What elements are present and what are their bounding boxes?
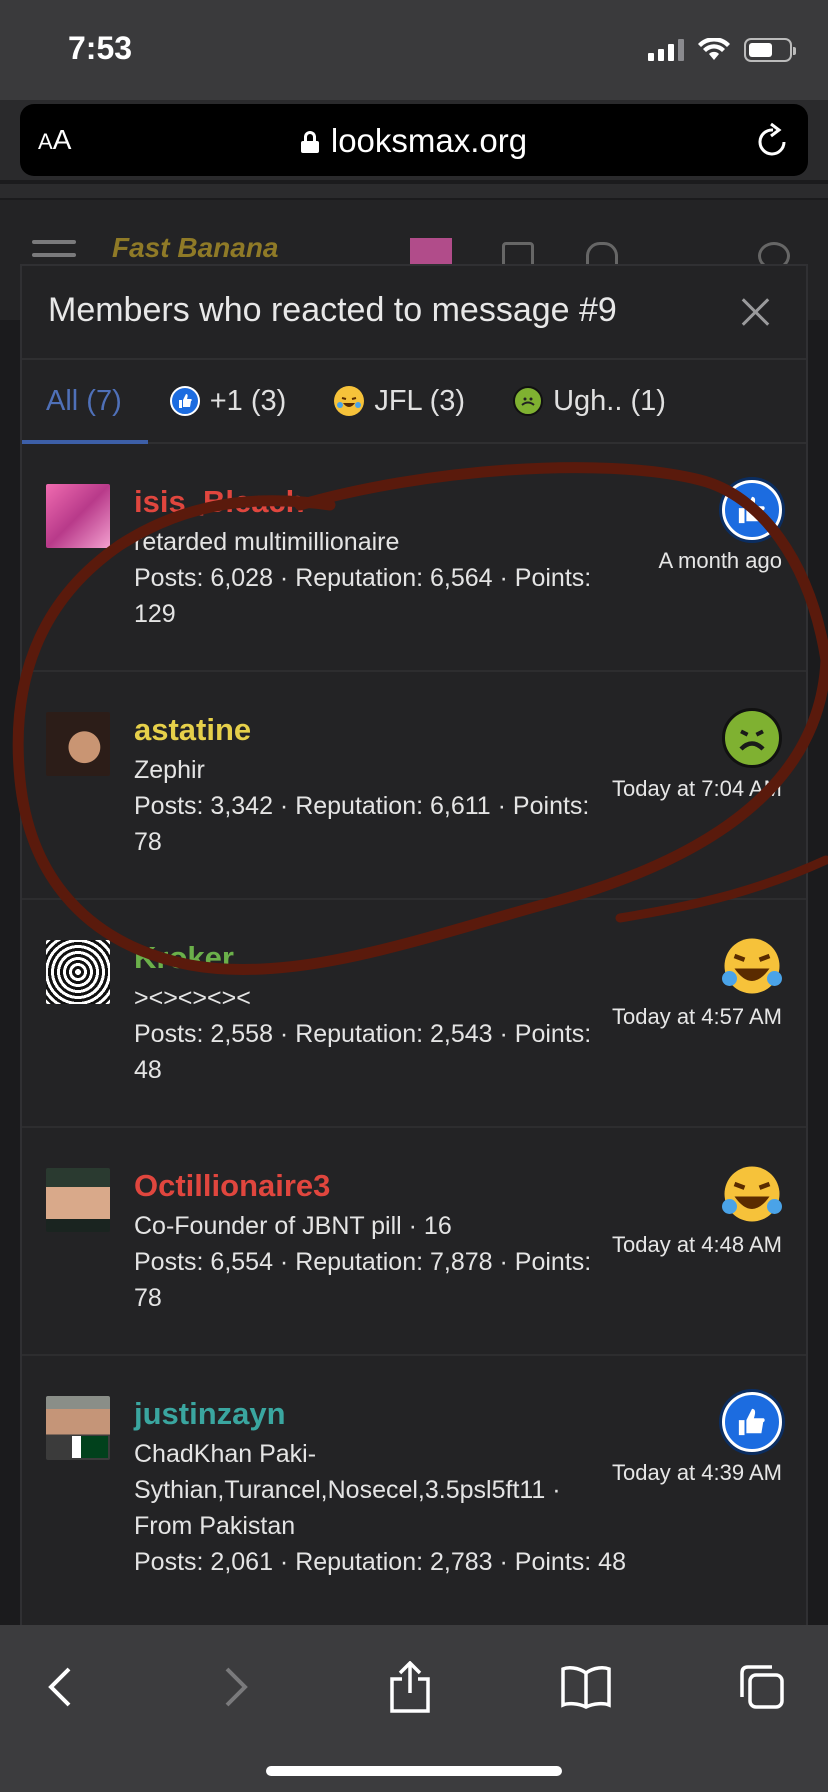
ugh-icon — [513, 386, 544, 416]
member-title: Zephir — [134, 756, 205, 784]
member-info: justinzayn ChadKhan Paki-Sythian,Turance… — [134, 1394, 626, 1580]
member-info: astatine Zephir Posts: 3,342 · Reputatio… — [134, 710, 614, 860]
share-icon — [390, 1661, 430, 1713]
site-logo[interactable]: Fast Banana — [112, 232, 279, 264]
member-name[interactable]: justinzayn — [134, 1394, 614, 1434]
list-item: astatine Zephir Posts: 3,342 · Reputatio… — [22, 672, 806, 900]
member-stats: Posts: 6,554 · Reputation: 7,878 · Point… — [134, 1248, 592, 1312]
member-info: Octillionaire3 Co-Founder of JBNT pill ·… — [134, 1166, 614, 1316]
url-field[interactable]: looksmax.org — [20, 122, 808, 160]
tab-ugh[interactable]: Ugh.. (1) — [513, 385, 666, 418]
list-item: isis_Bleach retarded multimillionaire Po… — [22, 444, 806, 672]
member-info: Kroker ><><><>< Posts: 2,558 · Reputatio… — [134, 938, 614, 1088]
ugh-icon — [722, 708, 782, 768]
member-name[interactable]: isis_Bleach — [134, 482, 614, 522]
jfl-icon — [334, 386, 365, 416]
status-bar: 7:53 — [0, 0, 828, 100]
reaction-time: Today at 4:39 AM — [612, 1460, 782, 1485]
tab-all[interactable]: All (7) — [46, 385, 122, 418]
battery-icon — [744, 38, 796, 62]
share-button[interactable] — [378, 1655, 442, 1719]
member-name[interactable]: Octillionaire3 — [134, 1166, 614, 1206]
member-info: isis_Bleach retarded multimillionaire Po… — [134, 482, 614, 632]
like-icon — [169, 386, 200, 416]
member-stats: Posts: 3,342 · Reputation: 6,611 · Point… — [134, 792, 590, 856]
site-strip — [0, 184, 828, 198]
status-icons — [648, 38, 796, 62]
reaction-time: Today at 4:48 AM — [612, 1232, 782, 1257]
tab-jfl[interactable]: JFL (3) — [334, 385, 465, 418]
close-icon[interactable] — [740, 296, 772, 328]
reaction-time: Today at 4:57 AM — [612, 1004, 782, 1029]
wifi-icon — [698, 38, 730, 60]
flag-icon — [72, 1436, 108, 1458]
member-stats: Posts: 2,061 · Reputation: 2,783 · Point… — [134, 1548, 626, 1576]
member-title: Co-Founder of JBNT pill · 16 — [134, 1212, 452, 1240]
member-title: retarded multimillionaire — [134, 528, 400, 556]
list-item: Kroker ><><><>< Posts: 2,558 · Reputatio… — [22, 900, 806, 1128]
back-button[interactable] — [28, 1655, 92, 1719]
tab-jfl-label: JFL (3) — [374, 384, 466, 417]
bookmarks-button[interactable] — [554, 1655, 618, 1719]
tab-ugh-label: Ugh.. (1) — [553, 384, 666, 417]
lock-icon — [300, 131, 319, 153]
jfl-icon — [722, 1164, 782, 1224]
avatar[interactable] — [46, 712, 110, 776]
tabs-button[interactable] — [730, 1655, 794, 1719]
list-item: justinzayn ChadKhan Paki-Sythian,Turance… — [22, 1356, 806, 1624]
member-stats: Posts: 2,558 · Reputation: 2,543 · Point… — [134, 1020, 592, 1084]
reaction-tabs: All (7) +1 (3) JFL (3) Ugh.. (1) — [22, 360, 806, 444]
reaction-time: A month ago — [658, 548, 782, 573]
home-indicator — [266, 1766, 562, 1776]
member-title: ChadKhan Paki-Sythian,Turancel,Nosecel,3… — [134, 1440, 561, 1540]
chevron-right-icon — [225, 1667, 248, 1707]
status-time: 7:53 — [68, 30, 133, 66]
avatar[interactable] — [46, 1168, 110, 1232]
member-list: isis_Bleach retarded multimillionaire Po… — [22, 444, 806, 1624]
member-title: ><><><>< — [134, 984, 251, 1012]
modal-header: Members who reacted to message #9 — [22, 266, 806, 360]
url-text: looksmax.org — [330, 122, 528, 159]
cellular-signal-icon — [648, 39, 684, 61]
avatar[interactable] — [46, 1396, 110, 1460]
modal-title: Members who reacted to message #9 — [48, 291, 617, 329]
reload-icon[interactable] — [756, 122, 790, 158]
avatar[interactable] — [46, 484, 110, 548]
tabs-icon — [740, 1665, 784, 1709]
jfl-icon — [722, 936, 782, 996]
member-stats: Posts: 6,028 · Reputation: 6,564 · Point… — [134, 564, 592, 628]
tab-all-label: All (7) — [46, 384, 122, 417]
forward-button[interactable] — [204, 1655, 268, 1719]
reactions-modal: Members who reacted to message #9 All (7… — [20, 264, 808, 1634]
like-icon — [722, 480, 782, 540]
member-name[interactable]: astatine — [134, 710, 614, 750]
like-icon — [722, 1392, 782, 1452]
avatar[interactable] — [46, 940, 110, 1004]
tab-like-label: +1 (3) — [209, 384, 287, 417]
book-icon — [561, 1666, 611, 1709]
tab-like[interactable]: +1 (3) — [169, 384, 287, 418]
chevron-left-icon — [48, 1667, 71, 1707]
reaction-time: Today at 7:04 AM — [612, 776, 782, 801]
list-item: Octillionaire3 Co-Founder of JBNT pill ·… — [22, 1128, 806, 1356]
member-name[interactable]: Kroker — [134, 938, 614, 978]
address-bar[interactable]: AA looksmax.org — [20, 104, 808, 176]
